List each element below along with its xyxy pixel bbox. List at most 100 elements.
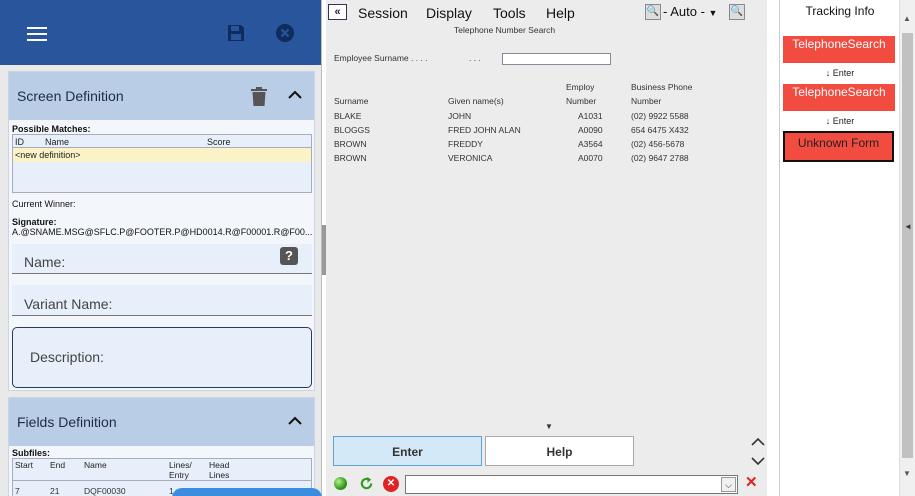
fields-definition-card: Fields Definition Subfiles: Start End Na… bbox=[8, 397, 315, 496]
dropdown-arrow-icon: ▼ bbox=[708, 8, 718, 18]
column-header-score: Score bbox=[207, 137, 231, 147]
column-header-lines-entry: Lines/ Entry bbox=[169, 460, 192, 480]
screen-definition-title: Screen Definition bbox=[17, 88, 124, 104]
surname-input[interactable] bbox=[502, 53, 611, 65]
signature-value: A.@SNAME.MSG@SFLC.P@FOOTER.P@HD0014.R@F0… bbox=[12, 227, 312, 237]
auto-zoom-select[interactable]: - Auto - ▼ bbox=[663, 4, 727, 20]
surname-prompt: Employee Surname . . . . bbox=[334, 53, 428, 63]
subfile-start: 7 bbox=[15, 486, 20, 496]
header-phone-top: Business Phone bbox=[631, 82, 693, 92]
variant-name-label: Variant Name: bbox=[24, 296, 113, 312]
row-surname: BROWN bbox=[334, 139, 367, 149]
row-employ: A3564 bbox=[578, 139, 603, 149]
name-field[interactable]: Name: ? bbox=[12, 244, 312, 274]
refresh-icon[interactable] bbox=[359, 476, 374, 491]
column-header-start: Start bbox=[15, 460, 33, 470]
row-employ: A0070 bbox=[578, 153, 603, 163]
header-phone-number: Number bbox=[631, 96, 662, 106]
tracking-arrow-enter: ↓ Enter bbox=[825, 116, 855, 126]
row-employ: A0090 bbox=[578, 125, 603, 135]
header-surname: Surname bbox=[334, 96, 369, 106]
clear-icon[interactable]: ✕ bbox=[745, 475, 759, 490]
auto-zoom-value: - Auto - bbox=[663, 4, 705, 19]
row-given: JOHN bbox=[448, 111, 472, 121]
row-employ: A1031 bbox=[578, 111, 603, 121]
command-input[interactable]: ⌵ bbox=[405, 475, 738, 494]
tracking-arrow-enter: ↓ Enter bbox=[825, 68, 855, 78]
expand-toggle-icon[interactable]: ▼ bbox=[531, 423, 567, 431]
collapse-chevron-up-icon[interactable] bbox=[288, 90, 302, 100]
new-definition-row[interactable]: <new definition> bbox=[13, 148, 311, 162]
row-phone: (02) 9922 5588 bbox=[631, 111, 689, 121]
tracking-panel: Tracking Info TelephoneSearch ↓ Enter Te… bbox=[779, 0, 899, 496]
screen-definition-card: Screen Definition Possible Matches: ID N… bbox=[8, 71, 315, 391]
scroll-up-chevron-icon[interactable] bbox=[751, 437, 765, 447]
description-field[interactable]: Description: bbox=[12, 327, 312, 388]
left-panel: Screen Definition Possible Matches: ID N… bbox=[0, 0, 322, 496]
possible-matches-table[interactable]: ID Name Score <new definition> bbox=[12, 134, 312, 193]
left-toolbar bbox=[0, 0, 321, 65]
floating-action-button[interactable] bbox=[172, 488, 322, 496]
command-dropdown-icon[interactable]: ⌵ bbox=[721, 477, 736, 492]
menu-help[interactable]: Help bbox=[546, 5, 575, 21]
close-circle-icon[interactable] bbox=[276, 24, 294, 42]
menu-session[interactable]: Session bbox=[358, 5, 408, 21]
variant-name-field[interactable]: Variant Name: bbox=[12, 285, 312, 316]
row-given: VERONICA bbox=[448, 153, 493, 163]
row-surname: BLAKE bbox=[334, 111, 362, 121]
scrollbar-grip-icon: ◄ bbox=[904, 222, 912, 231]
column-header-name: Name bbox=[45, 137, 70, 147]
header-employ-number: Number bbox=[566, 96, 597, 106]
surname-prompt-dots: . . . bbox=[469, 53, 481, 63]
subfile-name: DQF00030 bbox=[84, 486, 126, 496]
terminal-screen: Telephone Number Search Employee Surname… bbox=[328, 22, 765, 422]
tracking-step-telephone-search[interactable]: TelephoneSearch bbox=[783, 84, 895, 111]
fields-definition-title: Fields Definition bbox=[17, 414, 117, 430]
column-header-head-lines: Head Lines bbox=[209, 460, 230, 480]
menu-tools[interactable]: Tools bbox=[493, 5, 526, 21]
column-header-id: ID bbox=[15, 137, 24, 147]
fields-definition-header[interactable]: Fields Definition bbox=[9, 398, 314, 446]
menu-bar: « Session Display Tools Help 🔍 - Auto - … bbox=[326, 0, 767, 24]
column-header-end: End bbox=[50, 460, 66, 470]
row-given: FREDDY bbox=[448, 139, 483, 149]
subfiles-label: Subfiles: bbox=[12, 448, 51, 458]
tracking-step-telephone-search[interactable]: TelephoneSearch bbox=[783, 36, 895, 63]
header-employ-top: Employ bbox=[566, 82, 595, 92]
column-header-name: Name bbox=[84, 460, 107, 470]
stop-icon[interactable]: ✕ bbox=[383, 476, 399, 492]
row-surname: BROWN bbox=[334, 153, 367, 163]
scroll-up-arrow-icon[interactable]: ▲ bbox=[903, 14, 911, 23]
tracking-step-unknown-form[interactable]: Unknown Form bbox=[783, 131, 894, 162]
row-surname: BLOGGS bbox=[334, 125, 370, 135]
connection-status-icon[interactable] bbox=[334, 477, 347, 490]
enter-button[interactable]: Enter bbox=[333, 436, 482, 466]
row-given: FRED JOHN ALAN bbox=[448, 125, 521, 135]
possible-matches-label: Possible Matches: bbox=[12, 124, 91, 134]
matches-table-header: ID Name Score bbox=[13, 135, 311, 148]
current-winner-label: Current Winner: bbox=[12, 199, 76, 209]
hamburger-menu-icon[interactable] bbox=[27, 27, 47, 41]
vertical-scrollbar[interactable]: ▲ ◄ ▼ bbox=[899, 0, 915, 496]
save-icon[interactable] bbox=[227, 24, 245, 42]
collapse-left-button[interactable]: « bbox=[328, 4, 347, 20]
scroll-down-chevron-icon[interactable] bbox=[751, 456, 765, 466]
scroll-down-arrow-icon[interactable]: ▼ bbox=[903, 469, 911, 478]
zoom-in-icon[interactable]: 🔍 bbox=[729, 4, 745, 20]
trash-icon[interactable] bbox=[251, 87, 267, 106]
menu-display[interactable]: Display bbox=[426, 5, 472, 21]
screen-definition-header[interactable]: Screen Definition bbox=[9, 72, 314, 120]
collapse-chevron-up-icon[interactable] bbox=[288, 416, 302, 426]
row-phone: 654 6475 X432 bbox=[631, 125, 689, 135]
help-question-icon[interactable]: ? bbox=[280, 247, 298, 265]
signature-label: Signature: bbox=[12, 217, 57, 227]
screen-title: Telephone Number Search bbox=[454, 25, 556, 35]
help-button[interactable]: Help bbox=[485, 436, 634, 466]
description-label: Description: bbox=[30, 349, 104, 365]
tracking-title: Tracking Info bbox=[805, 4, 875, 18]
name-field-label: Name: bbox=[24, 254, 66, 270]
scrollbar-thumb[interactable] bbox=[902, 33, 913, 458]
subfile-end: 21 bbox=[50, 486, 60, 496]
row-phone: (02) 456-5678 bbox=[631, 139, 685, 149]
zoom-out-icon[interactable]: 🔍 bbox=[645, 4, 661, 20]
